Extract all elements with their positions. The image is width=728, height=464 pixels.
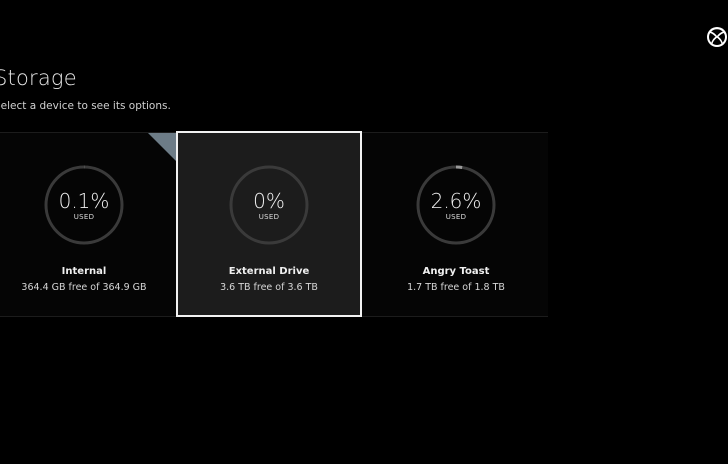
device-name: External Drive [228, 266, 310, 277]
usage-percent: 2.6% [430, 189, 482, 213]
usage-percent: 0% [253, 189, 285, 213]
device-tile-external-drive[interactable]: 0% USED External Drive 3.6 TB free of 3.… [176, 131, 362, 317]
storage-screen: Storage Select a device to see its optio… [0, 0, 728, 464]
usage-ring: 2.6% USED [416, 165, 496, 245]
device-name: Angry Toast [422, 266, 490, 277]
usage-ring: 0% USED [229, 165, 309, 245]
corner-flag [148, 133, 176, 161]
page-subtitle: Select a device to see its options. [0, 100, 171, 112]
device-free-space: 3.6 TB free of 3.6 TB [220, 282, 318, 293]
usage-label: USED [445, 213, 467, 221]
usage-label: USED [258, 213, 280, 221]
device-name: Internal [61, 266, 107, 277]
usage-label: USED [73, 213, 95, 221]
xbox-logo-icon [706, 26, 728, 48]
device-free-space: 364.4 GB free of 364.9 GB [21, 282, 147, 293]
device-tile-angry-toast[interactable]: 2.6% USED Angry Toast 1.7 TB free of 1.8… [363, 131, 549, 317]
device-free-space: 1.7 TB free of 1.8 TB [407, 282, 505, 293]
usage-percent: 0.1% [58, 189, 110, 213]
usage-ring: 0.1% USED [44, 165, 124, 245]
page-title: Storage [0, 66, 77, 90]
